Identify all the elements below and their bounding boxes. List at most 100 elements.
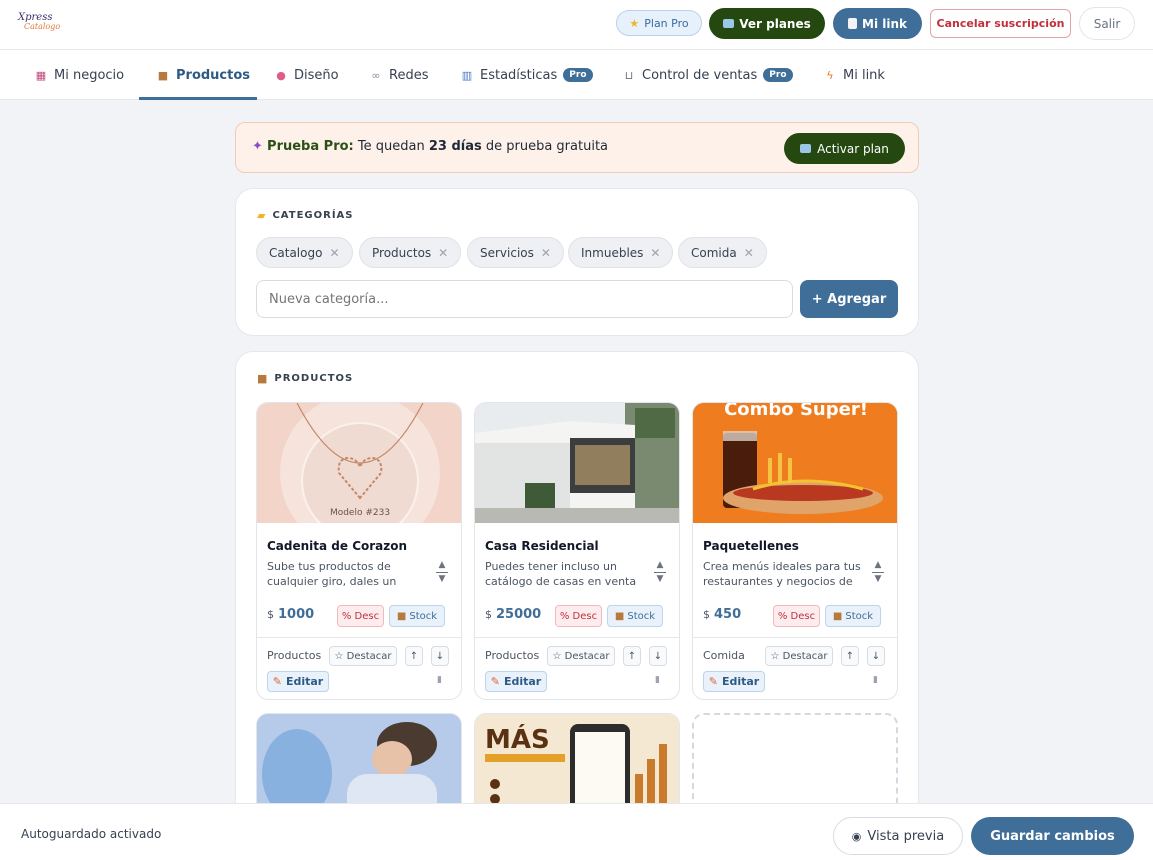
price-value: 1000: [278, 607, 315, 622]
necklace-image: Modelo #233: [280, 403, 440, 523]
category-chip[interactable]: Inmuebles ✕: [568, 237, 674, 268]
discount-tag[interactable]: % Desc: [555, 605, 602, 627]
products-title: ■ PRODUCTOS: [257, 372, 353, 385]
feature-button[interactable]: ☆ Destacar: [329, 646, 397, 666]
close-icon[interactable]: ✕: [438, 246, 448, 260]
activate-plan-label: Activar plan: [817, 141, 889, 156]
logo-line2: Catalogo: [24, 22, 61, 31]
trial-banner: ✦ Prueba Pro: Te quedan 23 días de prueb…: [235, 122, 919, 173]
product-image[interactable]: Modelo #233: [257, 403, 461, 523]
category-chip[interactable]: Servicios ✕: [467, 237, 564, 268]
eye-icon: ◉: [851, 829, 862, 843]
currency-symbol: $: [485, 608, 492, 621]
product-description: Sube tus productos de cualquier giro, da…: [267, 560, 397, 588]
close-icon[interactable]: ✕: [744, 246, 754, 260]
products-card: ■ PRODUCTOS Modelo #233 Cadenita de Cora…: [235, 351, 919, 821]
add-category-button[interactable]: + Agregar: [800, 280, 898, 318]
category-chip[interactable]: Productos ✕: [359, 237, 462, 268]
plan-pro-badge[interactable]: ★ Plan Pro: [616, 10, 702, 36]
box-icon: ■: [832, 610, 843, 622]
activate-plan-button[interactable]: Activar plan: [784, 133, 905, 164]
logout-button[interactable]: Salir: [1079, 7, 1135, 40]
box-icon: ■: [157, 68, 169, 82]
move-down-button[interactable]: ↓: [867, 646, 885, 666]
tab-redes[interactable]: ∞ Redes: [369, 50, 428, 100]
add-product-placeholder[interactable]: [692, 713, 898, 813]
trial-text-before: Te quedan: [357, 139, 425, 154]
product-image[interactable]: Combo Super!: [693, 403, 897, 523]
edit-button[interactable]: ✎ Editar: [485, 671, 547, 692]
trash-icon[interactable]: ▮: [873, 675, 878, 685]
image-caption: Modelo #233: [330, 508, 390, 518]
trial-message: ✦ Prueba Pro: Te quedan 23 días de prueb…: [252, 139, 608, 154]
close-icon[interactable]: ✕: [541, 246, 551, 260]
card-icon: [723, 19, 735, 28]
trash-icon[interactable]: ▮: [437, 675, 442, 685]
product-category: Productos: [485, 649, 540, 662]
edit-label: Editar: [721, 675, 760, 688]
move-down-button[interactable]: ↓: [431, 646, 449, 666]
chart-icon: ▥: [461, 68, 473, 82]
new-category-input[interactable]: [256, 280, 793, 318]
preview-button[interactable]: ◉ Vista previa: [833, 817, 963, 855]
move-up-button[interactable]: ↑: [405, 646, 423, 666]
close-icon[interactable]: ✕: [329, 246, 339, 260]
mi-link-button[interactable]: Mi link: [833, 8, 922, 39]
reorder-handle[interactable]: ▲ ▼: [653, 561, 667, 584]
category-chip[interactable]: Comida ✕: [678, 237, 767, 268]
tab-mi-negocio[interactable]: ▦ Mi negocio: [34, 50, 124, 100]
product-card: Combo Super! Paquetellenes Crea menús id…: [692, 402, 898, 700]
product-description: Crea menús ideales para tus restaurantes…: [703, 560, 861, 588]
brand-logo[interactable]: Xpress Catalogo: [18, 12, 60, 34]
reorder-handle[interactable]: ▲ ▼: [435, 561, 449, 584]
price-value: 25000: [496, 607, 542, 622]
discount-tag[interactable]: % Desc: [773, 605, 820, 627]
top-bar: Xpress Catalogo ★ Plan Pro Ver planes Mi…: [0, 0, 1153, 50]
stock-label: Stock: [409, 610, 438, 622]
save-changes-button[interactable]: Guardar cambios: [971, 817, 1134, 855]
edit-button[interactable]: ✎ Editar: [703, 671, 765, 692]
stock-tag[interactable]: ■ Stock: [389, 605, 445, 627]
categories-card: ▰ CATEGORÍAS Catalogo ✕ Productos ✕ Serv…: [235, 188, 919, 336]
category-chip-label: Productos: [372, 245, 432, 260]
tab-mi-link[interactable]: ϟ Mi link: [823, 50, 885, 100]
feature-button[interactable]: ☆ Destacar: [765, 646, 833, 666]
stock-tag[interactable]: ■ Stock: [607, 605, 663, 627]
ver-planes-button[interactable]: Ver planes: [709, 8, 825, 39]
pro-badge: Pro: [763, 68, 793, 82]
tab-diseno[interactable]: ● Diseño: [274, 50, 338, 100]
product-name: Cadenita de Corazon: [267, 539, 408, 553]
close-icon[interactable]: ✕: [650, 246, 660, 260]
trial-days: 23 días: [428, 139, 482, 154]
promo-text: MÁS: [485, 723, 550, 755]
category-chip-label: Comida: [691, 245, 737, 260]
product-price: $450: [703, 607, 775, 622]
stock-tag[interactable]: ■ Stock: [825, 605, 881, 627]
products-title-text: PRODUCTOS: [274, 373, 354, 384]
tab-productos[interactable]: ■ Productos: [156, 50, 250, 100]
tab-control-ventas[interactable]: ⊔ Control de ventas Pro: [622, 50, 793, 100]
folder-icon: ▰: [257, 209, 267, 222]
tab-label: Mi negocio: [54, 67, 125, 83]
move-up-button[interactable]: ↑: [841, 646, 859, 666]
trash-icon[interactable]: ▮: [655, 675, 660, 685]
category-chip[interactable]: Catalogo ✕: [256, 237, 353, 268]
edit-button[interactable]: ✎ Editar: [267, 671, 329, 692]
discount-tag[interactable]: % Desc: [337, 605, 384, 627]
move-up-button[interactable]: ↑: [623, 646, 641, 666]
stock-label: Stock: [845, 610, 874, 622]
plan-pro-label: Plan Pro: [644, 16, 689, 30]
product-category: Comida: [703, 649, 745, 662]
tab-estadisticas[interactable]: ▥ Estadísticas Pro: [460, 50, 593, 100]
bolt-icon: ϟ: [826, 68, 834, 82]
edit-label: Editar: [285, 675, 324, 688]
move-down-button[interactable]: ↓: [649, 646, 667, 666]
card-icon: [800, 144, 812, 153]
box-icon: ■: [614, 610, 625, 622]
combo-food-image: Combo Super!: [693, 403, 897, 523]
preview-label: Vista previa: [867, 828, 945, 844]
feature-button[interactable]: ☆ Destacar: [547, 646, 615, 666]
reorder-handle[interactable]: ▲ ▼: [871, 561, 885, 584]
product-image[interactable]: [475, 403, 679, 523]
cancel-subscription-button[interactable]: Cancelar suscripción: [930, 9, 1071, 38]
